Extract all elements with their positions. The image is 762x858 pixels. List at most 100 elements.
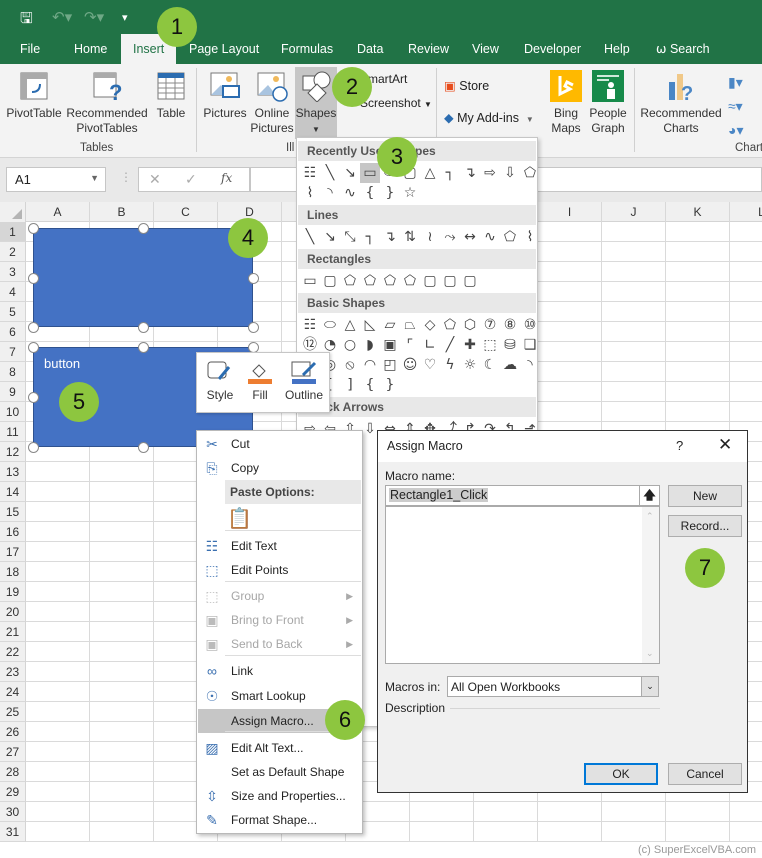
menu-item-link[interactable]: ∞ Link: [198, 659, 361, 683]
curve-shape-icon[interactable]: ≀: [420, 227, 440, 247]
online-pictures-button[interactable]: Online Pictures: [250, 70, 294, 136]
outline-button[interactable]: Outline: [283, 359, 325, 402]
cross-shape-icon[interactable]: ✚: [460, 335, 480, 355]
chevron-down-icon[interactable]: ⌄: [641, 677, 658, 696]
menu-item-bring-to-front[interactable]: ▣ Bring to Front ▶: [198, 608, 361, 632]
column-header-J[interactable]: J: [602, 202, 666, 222]
wave-shape-icon[interactable]: ∿: [340, 183, 360, 203]
l-shape-shape-icon[interactable]: ∟: [420, 335, 440, 355]
column-chart-icon[interactable]: ▮▾: [728, 74, 743, 90]
row-header-16[interactable]: 16: [0, 522, 26, 542]
bing-maps-button[interactable]: Bing Maps: [546, 70, 586, 136]
elbow-arrow-shape-icon[interactable]: ↴: [460, 163, 480, 183]
line-shape-icon[interactable]: ╲: [320, 163, 340, 183]
collapse-dialog-icon[interactable]: 🡅: [639, 486, 659, 505]
snip-shape-icon[interactable]: ⬠: [520, 163, 540, 183]
parallelogram-shape-icon[interactable]: ▱: [380, 315, 400, 335]
row-header-1[interactable]: 1: [0, 222, 26, 242]
rectangle-shape-icon[interactable]: ▭: [300, 271, 320, 291]
rounded-rect-shape-icon[interactable]: ▢: [460, 271, 480, 291]
save-icon[interactable]: 🖫: [20, 8, 33, 33]
elbow-shape-icon[interactable]: ┐: [360, 227, 380, 247]
rounded-rect-shape-icon[interactable]: ▢: [320, 271, 340, 291]
menu-item-cut[interactable]: ✂ Cut: [198, 432, 361, 456]
chart-type-buttons[interactable]: ▮▾ ≈▾ ◕▾: [728, 70, 743, 142]
screenshot-button[interactable]: Screenshot ▼: [360, 96, 432, 110]
resize-handle[interactable]: [28, 342, 39, 353]
close-icon[interactable]: ✕: [718, 435, 732, 455]
lightning-shape-icon[interactable]: ϟ: [440, 355, 460, 375]
resize-handle[interactable]: [138, 442, 149, 453]
menu-item-edit-points[interactable]: ⬚ Edit Points: [198, 558, 361, 582]
undo-icon[interactable]: ↶▾: [52, 8, 72, 26]
tab-review[interactable]: Review: [396, 34, 461, 64]
resize-handle[interactable]: [138, 322, 149, 333]
insert-function-icon[interactable]: fx: [221, 171, 232, 185]
record-button[interactable]: Record...: [668, 515, 742, 537]
teardrop-shape-icon[interactable]: ○: [340, 335, 360, 355]
frame-shape-icon[interactable]: ▣: [380, 335, 400, 355]
row-header-9[interactable]: 9: [0, 382, 26, 402]
star-shape-icon[interactable]: ☆: [400, 183, 420, 203]
no-symbol-shape-icon[interactable]: ⦸: [340, 355, 360, 375]
column-header-K[interactable]: K: [666, 202, 730, 222]
name-box[interactable]: A1 ▼: [6, 167, 106, 192]
elbow-double-shape-icon[interactable]: ⇅: [400, 227, 420, 247]
right-brace-shape-icon[interactable]: }: [380, 183, 400, 203]
row-header-14[interactable]: 14: [0, 482, 26, 502]
snip-shape-icon[interactable]: ⬠: [360, 271, 380, 291]
textbox-shape-icon[interactable]: ☷: [300, 163, 320, 183]
store-button[interactable]: ▣ Store: [444, 78, 489, 93]
line-shape-icon[interactable]: ╲: [300, 227, 320, 247]
freeform-shape-icon[interactable]: ⌇: [520, 227, 540, 247]
half-frame-shape-icon[interactable]: ⌜: [400, 335, 420, 355]
scroll-down-icon[interactable]: ⌄: [646, 648, 654, 659]
menu-item-format-shape[interactable]: ✎ Format Shape...: [198, 808, 361, 832]
right-arrow-shape-icon[interactable]: ⇨: [480, 163, 500, 183]
redo-icon[interactable]: ↷▾: [84, 8, 104, 26]
column-header-A[interactable]: A: [26, 202, 90, 222]
customize-qat-icon[interactable]: ▾: [122, 11, 128, 24]
pentagon-shape-icon[interactable]: ⬠: [440, 315, 460, 335]
heptagon-shape-icon[interactable]: ⑦: [480, 315, 500, 335]
menu-item-set-as-default-shape[interactable]: Set as Default Shape: [198, 760, 361, 784]
menu-item-edit-text[interactable]: ☷ Edit Text: [198, 534, 361, 558]
arrow-line-shape-icon[interactable]: ↘: [320, 227, 340, 247]
block-arc-shape-icon[interactable]: ◠: [360, 355, 380, 375]
smiley-shape-icon[interactable]: ☺: [400, 355, 420, 375]
macro-name-input[interactable]: Rectangle1_Click 🡅: [385, 485, 660, 506]
triangle-shape-icon[interactable]: △: [340, 315, 360, 335]
arrow-line-shape-icon[interactable]: ↘: [340, 163, 360, 183]
menu-item-size-and-properties[interactable]: ⇳ Size and Properties...: [198, 784, 361, 808]
row-header-17[interactable]: 17: [0, 542, 26, 562]
resize-handle[interactable]: [28, 223, 39, 234]
row-header-4[interactable]: 4: [0, 282, 26, 302]
menu-item-edit-alt-text[interactable]: ▨ Edit Alt Text...: [198, 736, 361, 760]
rectangle-shape-icon[interactable]: ▭: [360, 163, 380, 183]
row-header-28[interactable]: 28: [0, 762, 26, 782]
octagon-shape-icon[interactable]: ⑧: [500, 315, 520, 335]
resize-handle[interactable]: [248, 322, 259, 333]
row-header-19[interactable]: 19: [0, 582, 26, 602]
row-header-21[interactable]: 21: [0, 622, 26, 642]
right-triangle-shape-icon[interactable]: ◺: [360, 315, 380, 335]
people-graph-button[interactable]: People Graph: [588, 70, 628, 136]
row-header-29[interactable]: 29: [0, 782, 26, 802]
diagonal-shape-icon[interactable]: ╱: [440, 335, 460, 355]
row-header-30[interactable]: 30: [0, 802, 26, 822]
recommended-charts-button[interactable]: ? Recommended Charts: [638, 70, 724, 136]
row-header-18[interactable]: 18: [0, 562, 26, 582]
plaque-shape-icon[interactable]: ⬚: [480, 335, 500, 355]
pictures-button[interactable]: Pictures: [200, 70, 250, 121]
new-button[interactable]: New: [668, 485, 742, 507]
elbow-shape-icon[interactable]: ┐: [440, 163, 460, 183]
left-brace-shape-icon[interactable]: {: [360, 375, 380, 395]
diamond-shape-icon[interactable]: ◇: [420, 315, 440, 335]
resize-handle[interactable]: [28, 322, 39, 333]
shapes-button[interactable]: Shapes ▼: [295, 67, 337, 139]
cube-shape-icon[interactable]: ❑: [520, 335, 540, 355]
decagon-shape-icon[interactable]: ⑩: [520, 315, 540, 335]
help-button[interactable]: ?: [676, 438, 683, 453]
tab-home[interactable]: Home: [62, 34, 119, 64]
resize-handle[interactable]: [28, 272, 39, 284]
